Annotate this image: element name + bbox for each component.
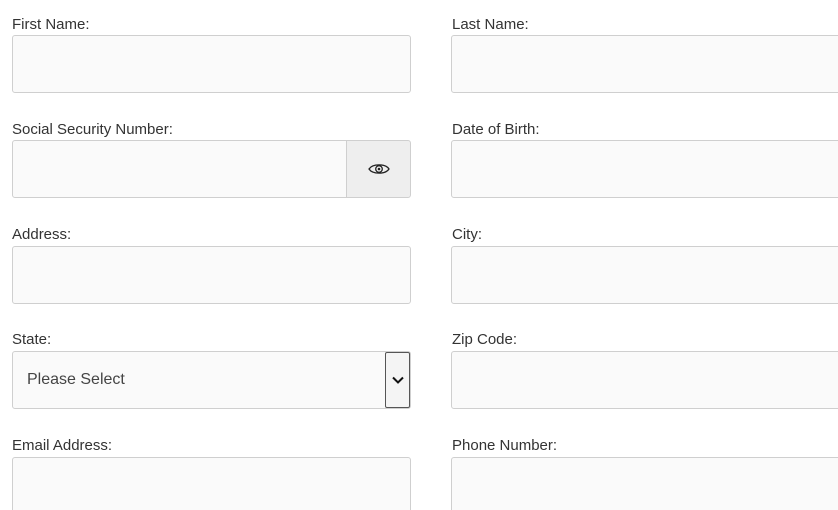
zip-code-input[interactable] <box>451 351 838 409</box>
address-input[interactable] <box>12 246 411 304</box>
personal-info-form: First Name: Last Name: Social Security N… <box>0 0 838 510</box>
last-name-label: Last Name: <box>452 16 529 33</box>
state-label: State: <box>12 331 52 348</box>
phone-label: Phone Number: <box>452 437 558 454</box>
state-select-arrow[interactable] <box>385 352 410 408</box>
eye-icon <box>367 164 390 174</box>
email-label: Email Address: <box>12 437 113 454</box>
address-label: Address: <box>12 226 72 243</box>
zip-code-label: Zip Code: <box>452 331 518 348</box>
first-name-label: First Name: <box>12 16 90 33</box>
phone-input[interactable] <box>451 457 838 510</box>
ssn-visibility-toggle-button[interactable] <box>346 140 411 198</box>
ssn-input[interactable] <box>12 140 347 198</box>
dob-label: Date of Birth: <box>452 121 540 138</box>
city-label: City: <box>452 226 482 243</box>
last-name-input[interactable] <box>451 35 838 93</box>
ssn-label: Social Security Number: <box>12 121 173 138</box>
email-input[interactable] <box>12 457 411 510</box>
first-name-input[interactable] <box>12 35 411 93</box>
city-input[interactable] <box>451 246 838 304</box>
dob-input[interactable] <box>451 140 838 198</box>
state-select[interactable]: Please Select <box>12 351 411 409</box>
state-selected-value: Please Select <box>27 371 125 388</box>
chevron-down-icon <box>391 376 404 384</box>
